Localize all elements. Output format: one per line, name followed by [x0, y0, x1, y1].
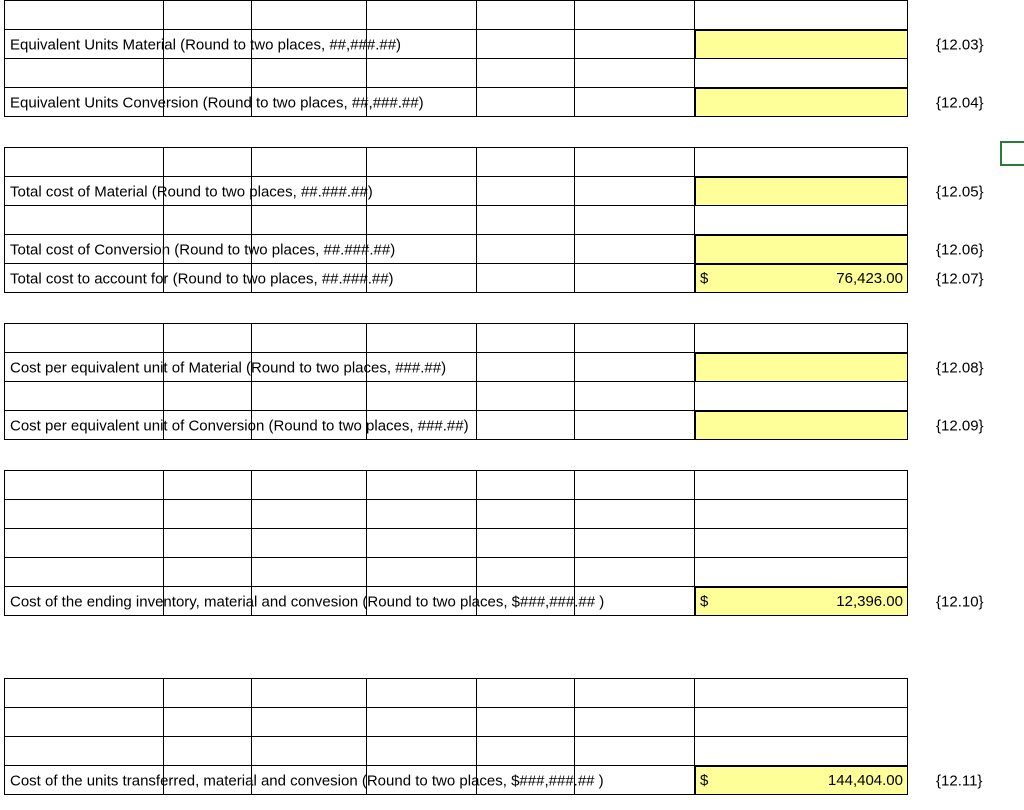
input-total-cost-material[interactable]: [695, 177, 908, 206]
table-row: [4, 529, 908, 558]
row-cpeu-conversion: Cost per equivalent unit of Conversion (…: [4, 411, 908, 440]
label-ending-inventory: Cost of the ending inventory, material a…: [10, 593, 604, 610]
input-total-cost-conversion[interactable]: [695, 235, 908, 264]
input-transferred[interactable]: $ 144,404.00: [695, 766, 908, 795]
table-row: [4, 206, 908, 235]
selection-box: [1000, 141, 1024, 166]
label-total-cost-conversion: Total cost of Conversion (Round to two p…: [10, 241, 395, 258]
block-cost-per-eu: Cost per equivalent unit of Material (Ro…: [4, 323, 908, 440]
ref-label: {12.05}: [936, 183, 984, 200]
row-eq-units-material: Equivalent Units Material (Round to two …: [4, 30, 908, 59]
input-eq-units-conversion[interactable]: [695, 88, 908, 117]
ref-label: {12.03}: [936, 36, 984, 53]
block-total-costs: Total cost of Material (Round to two pla…: [4, 147, 908, 293]
row-eq-units-conversion: Equivalent Units Conversion (Round to tw…: [4, 88, 908, 117]
table-row: [4, 324, 908, 353]
input-cpeu-material[interactable]: [695, 353, 908, 382]
table-row: [4, 471, 908, 500]
currency-symbol: $: [700, 270, 708, 287]
label-transferred: Cost of the units transferred, material …: [10, 772, 604, 789]
label-cpeu-material: Cost per equivalent unit of Material (Ro…: [10, 359, 446, 376]
ref-label: {12.04}: [936, 94, 984, 111]
currency-symbol: $: [700, 772, 708, 789]
label-eq-units-conversion: Equivalent Units Conversion (Round to tw…: [10, 94, 424, 111]
spreadsheet: Equivalent Units Material (Round to two …: [0, 0, 1024, 795]
row-total-cost-material: Total cost of Material (Round to two pla…: [4, 177, 908, 206]
table-row: [4, 1, 908, 30]
table-row: [4, 148, 908, 177]
label-total-cost-material: Total cost of Material (Round to two pla…: [10, 183, 373, 200]
row-ending-inventory: Cost of the ending inventory, material a…: [4, 587, 908, 616]
table-row: [4, 737, 908, 766]
input-ending-inventory[interactable]: $ 12,396.00: [695, 587, 908, 616]
table-row: [4, 59, 908, 88]
value-transferred: 144,404.00: [712, 772, 903, 789]
row-cpeu-material: Cost per equivalent unit of Material (Ro…: [4, 353, 908, 382]
block-ending-inventory: Cost of the ending inventory, material a…: [4, 470, 908, 616]
value-total-cost-account-for: 76,423.00: [712, 270, 903, 287]
currency-symbol: $: [700, 593, 708, 610]
row-total-cost-account-for: Total cost to account for (Round to two …: [4, 264, 908, 293]
value-ending-inventory: 12,396.00: [712, 593, 903, 610]
row-transferred: Cost of the units transferred, material …: [4, 766, 908, 795]
ref-label: {12.06}: [936, 241, 984, 258]
input-total-cost-account-for[interactable]: $ 76,423.00: [695, 264, 908, 293]
table-row: [4, 558, 908, 587]
block-transferred: Cost of the units transferred, material …: [4, 678, 908, 795]
input-eq-units-material[interactable]: [695, 30, 908, 59]
block-equivalent-units: Equivalent Units Material (Round to two …: [4, 0, 908, 117]
ref-label: {12.07}: [936, 270, 984, 287]
input-cpeu-conversion[interactable]: [695, 411, 908, 440]
table-row: [4, 679, 908, 708]
table-row: [4, 708, 908, 737]
ref-label: {12.11}: [936, 772, 982, 789]
row-total-cost-conversion: Total cost of Conversion (Round to two p…: [4, 235, 908, 264]
label-eq-units-material: Equivalent Units Material (Round to two …: [10, 36, 401, 53]
ref-label: {12.08}: [936, 359, 984, 376]
table-row: [4, 382, 908, 411]
ref-label: {12.09}: [936, 417, 984, 434]
ref-label: {12.10}: [936, 593, 984, 610]
label-cpeu-conversion: Cost per equivalent unit of Conversion (…: [10, 417, 469, 434]
label-total-cost-account-for: Total cost to account for (Round to two …: [10, 270, 394, 287]
table-row: [4, 500, 908, 529]
